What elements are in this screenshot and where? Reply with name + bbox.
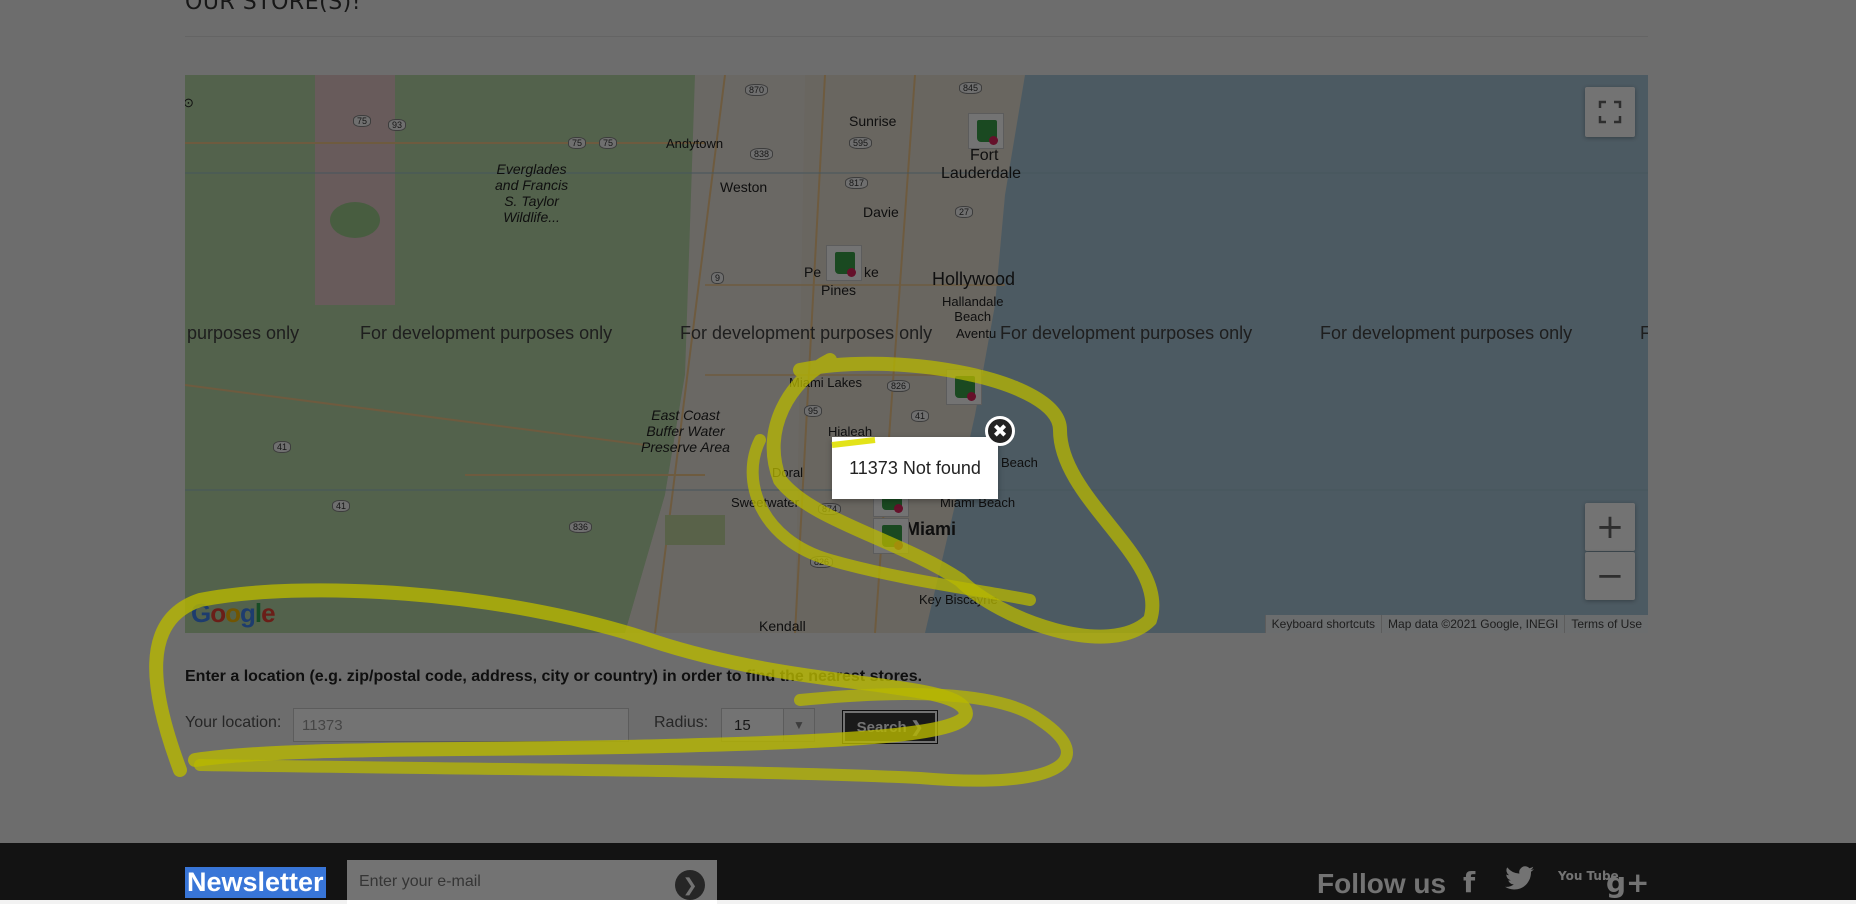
place-label: Hallandale Beach — [942, 294, 1004, 324]
map-shield: 817 — [845, 177, 869, 189]
popup-message: 11373 Not found — [849, 457, 981, 478]
map-shield: 75 — [599, 137, 618, 149]
map-shield: 826 — [810, 556, 834, 568]
store-marker[interactable] — [873, 518, 909, 554]
map-shield: 75 — [353, 115, 372, 127]
store-map[interactable]: ⊙ 870 845 75 93 75 75 838 595 817 27 9 8… — [185, 75, 1648, 633]
map-shield: ⊙ — [185, 95, 194, 110]
location-label: Your location: — [185, 714, 282, 731]
map-shield: 595 — [849, 137, 873, 149]
store-marker[interactable] — [946, 369, 982, 405]
place-label: Sweetwater — [731, 495, 799, 510]
map-shield: 836 — [569, 521, 593, 533]
store-marker[interactable] — [826, 245, 862, 281]
location-input[interactable] — [293, 708, 629, 742]
search-instructions: Enter a location (e.g. zip/postal code, … — [185, 668, 923, 685]
google-plus-icon[interactable]: g+ — [1606, 866, 1650, 899]
place-label: Everglades and Francis S. Taylor Wildlif… — [495, 161, 569, 225]
place-label: Pines — [821, 282, 857, 298]
fullscreen-icon — [1598, 100, 1622, 124]
title-divider — [185, 36, 1648, 37]
place-label: Sunrise — [849, 113, 897, 129]
place-label: Miami — [905, 519, 957, 539]
map-shield: 826 — [887, 380, 911, 392]
map-shield: 41 — [332, 500, 351, 512]
store-marker[interactable] — [968, 113, 1004, 149]
chevron-down-icon: ▼ — [783, 709, 814, 741]
map-shield: 9 — [711, 272, 725, 284]
map-shield: 41 — [911, 410, 930, 422]
place-label: Pe — [804, 264, 822, 280]
map-shield: 870 — [745, 84, 769, 96]
newsletter-title: Newsletter — [185, 867, 326, 898]
dev-watermark: For development purposes only — [1320, 323, 1573, 343]
place-label: Doral — [772, 465, 804, 480]
dev-watermark: For development purposes only — [680, 323, 933, 343]
terms-of-use-link[interactable]: Terms of Use — [1564, 615, 1648, 633]
dev-watermark: For development purposes only — [1000, 323, 1253, 343]
zoom-out-button[interactable]: − — [1585, 552, 1635, 600]
place-label: Weston — [720, 179, 768, 195]
keyboard-shortcuts-link[interactable]: Keyboard shortcuts — [1264, 615, 1382, 633]
place-label: Key Biscayne — [919, 592, 998, 607]
place-label: Hollywood — [932, 269, 1016, 289]
map-shield: 838 — [750, 148, 774, 160]
map-shield: 41 — [273, 441, 292, 453]
place-label: Lauderdale — [941, 165, 1022, 182]
google-logo: Google — [191, 598, 276, 628]
place-label: Aventu — [956, 326, 997, 341]
dev-watermark: For development purposes only — [360, 323, 613, 343]
map-shield: 845 — [959, 82, 983, 94]
place-label: Davie — [863, 204, 899, 220]
map-attribution: Keyboard shortcuts Map data ©2021 Google… — [1264, 615, 1648, 633]
fullscreen-button[interactable] — [1585, 87, 1635, 137]
place-label: Andytown — [666, 136, 724, 151]
newsletter-email-input[interactable] — [347, 860, 717, 904]
map-shield: 93 — [388, 119, 407, 131]
dev-watermark: F — [1640, 323, 1648, 343]
search-button[interactable]: Search ❯ — [842, 710, 938, 744]
zoom-in-button[interactable]: + — [1585, 503, 1635, 551]
radius-label: Radius: — [654, 714, 709, 731]
radius-select[interactable]: 15 ▼ — [721, 708, 815, 742]
map-shield: 75 — [568, 137, 587, 149]
page-title: OUR STORE(S)! — [185, 0, 362, 15]
map-shield: 874 — [818, 503, 842, 515]
dev-watermark: purposes only — [187, 323, 300, 343]
radius-value: 15 — [734, 717, 751, 734]
not-found-popup: 11373 Not found — [832, 437, 998, 499]
twitter-icon[interactable] — [1505, 866, 1535, 899]
facebook-icon[interactable]: f — [1463, 866, 1475, 899]
place-label: ke — [864, 264, 879, 280]
follow-us-label: Follow us — [1317, 868, 1447, 899]
place-label: East Coast Buffer Water Preserve Area — [641, 407, 730, 455]
place-label: Kendall — [759, 618, 806, 633]
place-label: Fort — [970, 147, 999, 164]
map-data-text: Map data ©2021 Google, INEGI — [1381, 615, 1565, 633]
map-shield: 27 — [955, 206, 974, 218]
map-background — [185, 75, 1648, 633]
place-label: Beach — [1001, 455, 1038, 470]
newsletter-submit-icon[interactable]: ❯ — [675, 870, 705, 900]
map-shield: 95 — [804, 405, 823, 417]
place-label: Miami Lakes — [789, 375, 862, 390]
close-icon[interactable]: ✖ — [985, 416, 1015, 446]
